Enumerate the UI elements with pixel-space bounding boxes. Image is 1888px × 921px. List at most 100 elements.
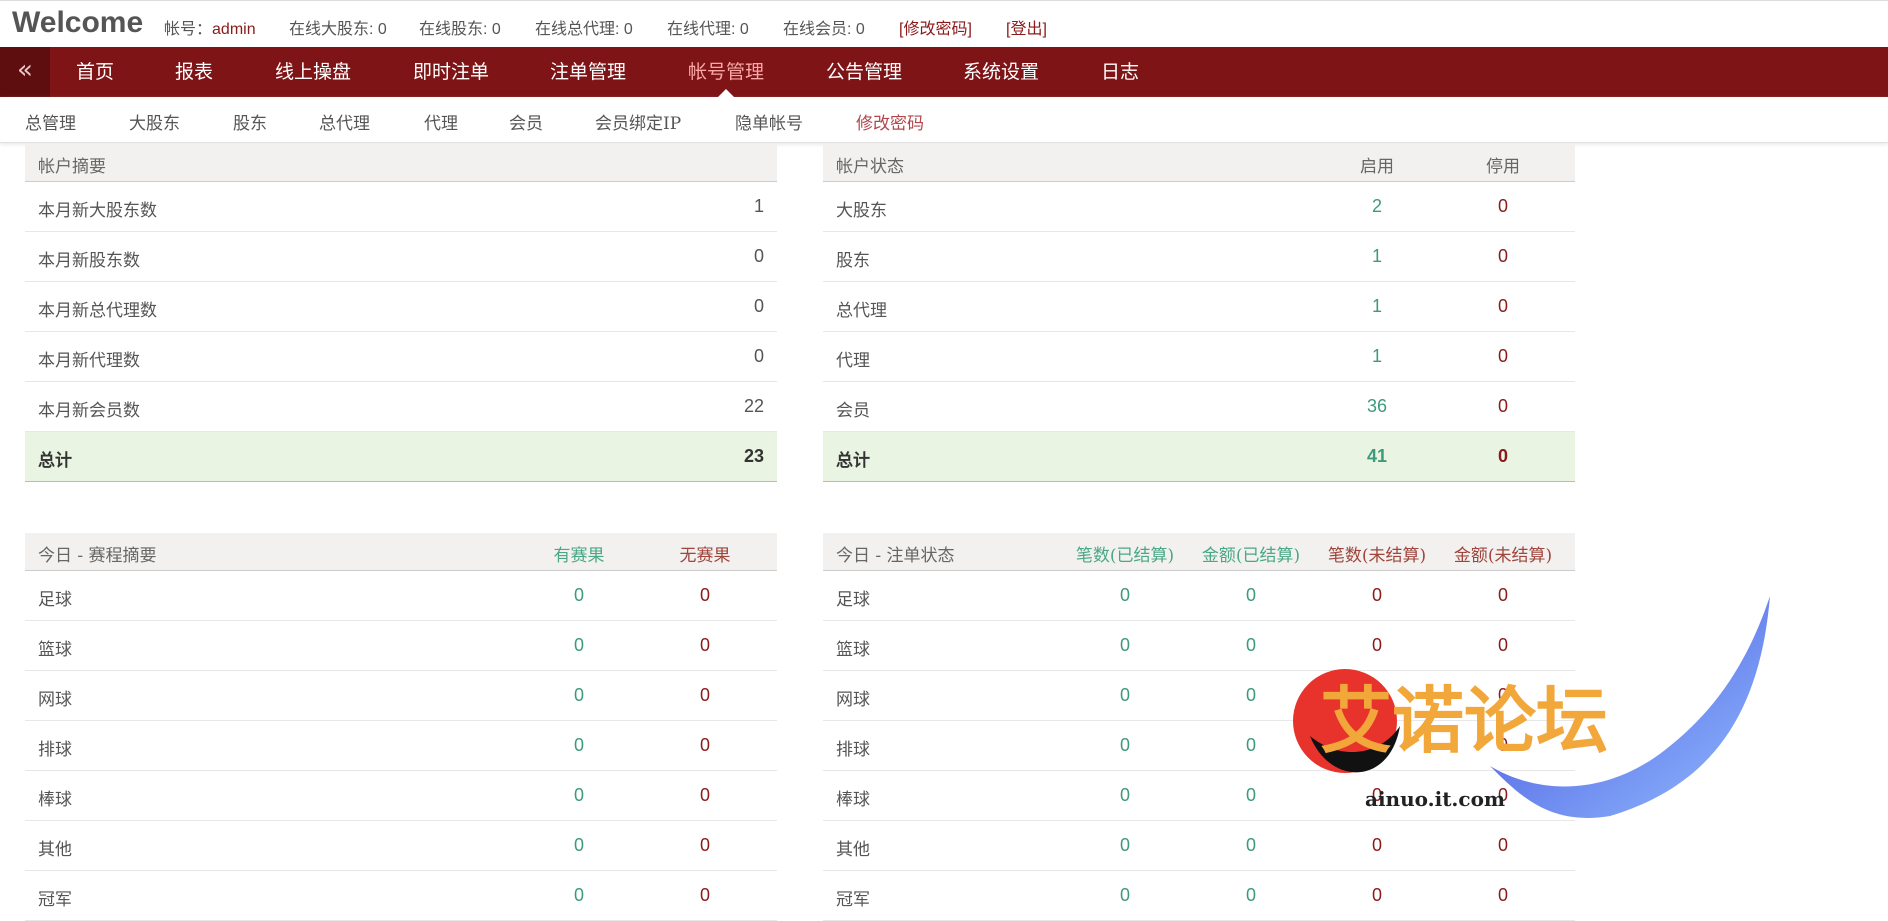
nav-announcements[interactable]: 公告管理 [826, 47, 902, 97]
row-value: 22 [743, 396, 764, 416]
row-value: 1 [753, 196, 764, 216]
table-row: 总代理 1 0 [823, 282, 1575, 332]
disabled-count: 0 [1497, 196, 1508, 216]
column-header-disabled: 停用 [1486, 157, 1520, 177]
row-value: 0 [753, 346, 764, 366]
table-row: 其他 0 0 [25, 821, 777, 871]
noresult-count: 0 [699, 735, 710, 755]
table-row: 排球 0 0 [25, 721, 777, 771]
column-header-no-result: 无赛果 [679, 546, 731, 566]
nav-live-trading[interactable]: 线上操盘 [275, 47, 351, 97]
events-summary-panel: 今日 - 赛程摘要 有赛果 无赛果 足球 0 0 篮球 0 0 网球 0 0 排球 0 0 棒球… [25, 533, 777, 921]
collapse-sidebar-button[interactable]: « [0, 47, 50, 97]
settled-amount: 0 [1245, 835, 1256, 855]
table-row: 代理 1 0 [823, 332, 1575, 382]
noresult-count: 0 [699, 685, 710, 705]
settled-count: 0 [1119, 835, 1130, 855]
column-header-with-result: 有赛果 [553, 546, 605, 566]
noresult-count: 0 [699, 785, 710, 805]
nav-reports[interactable]: 报表 [175, 47, 213, 97]
unsettled-count: 0 [1371, 885, 1382, 905]
row-label: 网球 [38, 690, 72, 710]
row-label: 大股东 [836, 201, 887, 221]
subnav-change-password[interactable]: 修改密码 [856, 109, 924, 134]
nav-system-settings[interactable]: 系统设置 [963, 47, 1039, 97]
double-chevron-left-icon: « [17, 55, 33, 85]
row-label: 本月新大股东数 [38, 201, 157, 221]
nav-bet-management[interactable]: 注单管理 [550, 47, 626, 97]
subnav-member-ip-binding[interactable]: 会员绑定IP [595, 109, 681, 134]
subnav-general-agents[interactable]: 总代理 [319, 109, 370, 134]
nav-home[interactable]: 首页 [76, 47, 114, 97]
table-row: 足球 0 0 0 0 [823, 571, 1575, 621]
change-password-link[interactable]: [修改密码] [899, 15, 972, 39]
column-header-unsettled-amount: 金额(未结算) [1453, 546, 1553, 566]
row-label: 其他 [836, 840, 870, 860]
account-summary-panel: 帐户摘要 本月新大股东数 1 本月新股东数 0 本月新总代理数 0 本月新代理数 0 本… [25, 144, 777, 482]
table-row: 股东 1 0 [823, 232, 1575, 282]
result-count: 0 [573, 835, 584, 855]
table-row: 会员 36 0 [823, 382, 1575, 432]
online-general-agents: 在线总代理: 0 [535, 21, 633, 38]
settled-count: 0 [1119, 735, 1130, 755]
table-row: 本月新代理数 0 [25, 332, 777, 382]
disabled-count: 0 [1497, 296, 1508, 316]
unsettled-count: 0 [1371, 685, 1382, 705]
row-label: 足球 [836, 590, 870, 610]
settled-amount: 0 [1245, 885, 1256, 905]
total-enabled: 41 [1366, 446, 1388, 466]
sub-nav: 总管理 大股东 股东 总代理 代理 会员 会员绑定IP 隐单帐号 修改密码 [0, 97, 1888, 143]
row-label: 会员 [836, 401, 870, 421]
bet-status-panel: 今日 - 注单状态 笔数(已结算) 金额(已结算) 笔数(未结算) 金额(未结算… [823, 533, 1575, 921]
row-label: 排球 [38, 740, 72, 760]
panel-header: 今日 - 注单状态 笔数(已结算) 金额(已结算) 笔数(未结算) 金额(未结算… [823, 533, 1575, 571]
table-row: 棒球 0 0 0 0 [823, 771, 1575, 821]
result-count: 0 [573, 685, 584, 705]
total-label: 总计 [38, 451, 72, 471]
row-label: 本月新代理数 [38, 351, 140, 371]
settled-count: 0 [1119, 885, 1130, 905]
table-row: 冠军 0 0 [25, 871, 777, 921]
subnav-major-shareholders[interactable]: 大股东 [129, 109, 180, 134]
nav-live-bets[interactable]: 即时注单 [413, 47, 489, 97]
subnav-shareholders[interactable]: 股东 [233, 109, 267, 134]
table-row: 棒球 0 0 [25, 771, 777, 821]
table-row: 篮球 0 0 0 0 [823, 621, 1575, 671]
table-row: 本月新会员数 22 [25, 382, 777, 432]
subnav-general-management[interactable]: 总管理 [25, 109, 76, 134]
logout-link[interactable]: [登出] [1006, 15, 1047, 39]
row-value: 0 [753, 296, 764, 316]
result-count: 0 [573, 635, 584, 655]
account-status-panel: 帐户状态 启用 停用 大股东 2 0 股东 1 0 总代理 1 0 代理 1 0 会员 36 0 总… [823, 144, 1575, 482]
row-label: 总代理 [836, 301, 887, 321]
total-value: 23 [743, 446, 764, 466]
panel-title: 帐户状态 [836, 157, 904, 177]
unsettled-amount: 0 [1497, 835, 1508, 855]
panel-header: 帐户摘要 [25, 144, 777, 182]
row-label: 冠军 [836, 890, 870, 910]
enabled-count: 1 [1371, 346, 1382, 366]
row-label: 网球 [836, 690, 870, 710]
nav-account-management[interactable]: 帐号管理 [688, 47, 764, 97]
subnav-hidden-accounts[interactable]: 隐单帐号 [735, 109, 803, 134]
subnav-agents[interactable]: 代理 [424, 109, 458, 134]
settled-amount: 0 [1245, 685, 1256, 705]
panel-title: 帐户摘要 [38, 157, 106, 177]
row-label: 其他 [38, 840, 72, 860]
panel-header: 帐户状态 启用 停用 [823, 144, 1575, 182]
table-row: 本月新股东数 0 [25, 232, 777, 282]
total-label: 总计 [836, 451, 870, 471]
brand-title: Welcome [12, 6, 144, 39]
row-label: 棒球 [38, 790, 72, 810]
settled-count: 0 [1119, 785, 1130, 805]
unsettled-amount: 0 [1497, 885, 1508, 905]
settled-amount: 0 [1245, 585, 1256, 605]
result-count: 0 [573, 585, 584, 605]
column-header-unsettled-count: 笔数(未结算) [1327, 546, 1427, 566]
settled-count: 0 [1119, 585, 1130, 605]
unsettled-count: 0 [1371, 785, 1382, 805]
result-count: 0 [573, 885, 584, 905]
nav-logs[interactable]: 日志 [1101, 47, 1139, 97]
column-header-settled-count: 笔数(已结算) [1075, 546, 1175, 566]
subnav-members[interactable]: 会员 [509, 109, 543, 134]
